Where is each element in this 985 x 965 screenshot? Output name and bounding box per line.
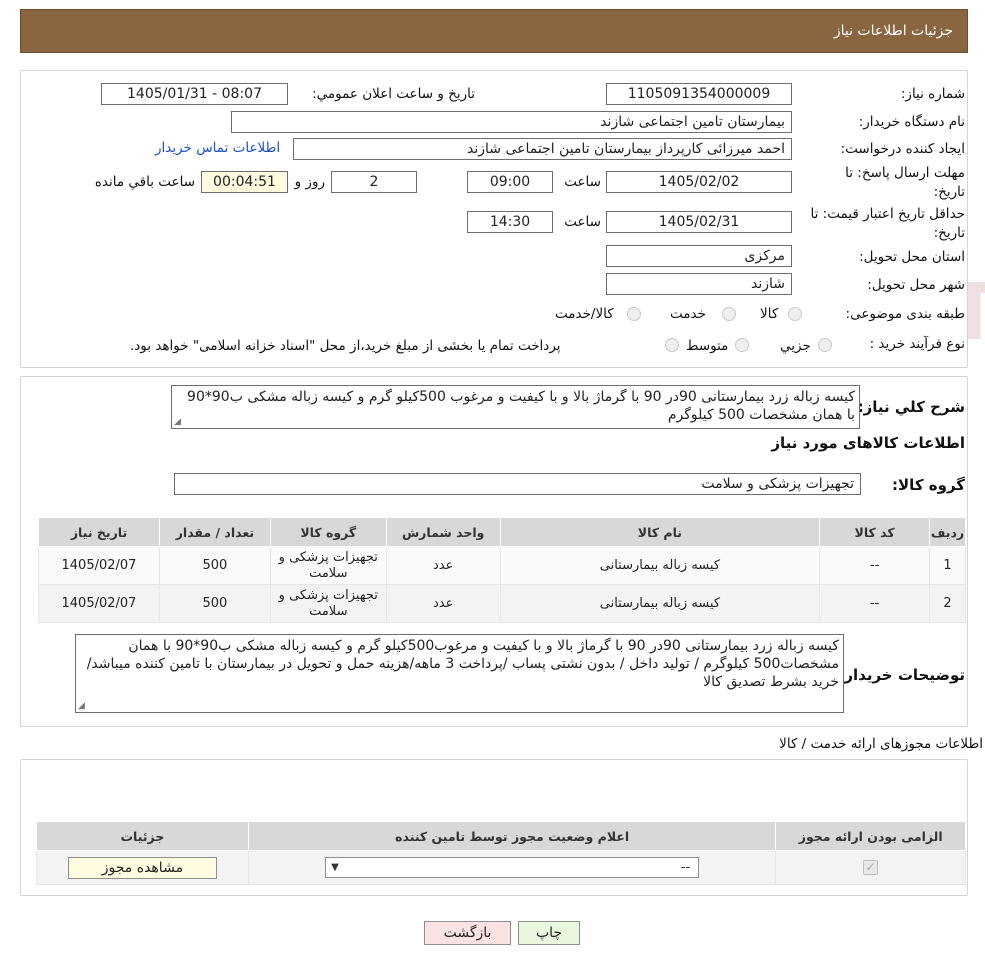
page-header: جزئیات اطلاعات نیاز — [20, 9, 968, 53]
col-row: ردیف — [929, 517, 966, 547]
cell-permit-details: مشاهده مجوز — [36, 850, 249, 885]
cell-permit-status: -- ▼ — [247, 850, 777, 885]
permit-required-checkbox[interactable]: ✓ — [863, 859, 879, 875]
category-option-goods: کالا — [760, 306, 779, 322]
purchase-radio-medium[interactable] — [735, 338, 749, 352]
page-title: جزئیات اطلاعات نیاز — [833, 23, 953, 39]
deadline-date-field: 1405/02/02 — [606, 171, 792, 193]
description-textarea[interactable]: کیسه زباله زرد بیمارستانی 90در 90 با گرم… — [171, 385, 860, 429]
col-date: تاریخ نیاز — [38, 517, 160, 547]
col-unit: واحد شمارش — [385, 517, 501, 547]
announce-field: 1405/01/31 - 08:07 — [101, 83, 288, 105]
announce-label: تاریخ و ساعت اعلان عمومي: — [312, 86, 475, 102]
buyer-org-field: بیمارستان تامین اجتماعی شازند — [231, 111, 792, 133]
col-group: گروه کالا — [269, 517, 387, 547]
goods-group-field: تجهیزات پزشکی و سلامت — [174, 473, 861, 495]
buyer-notes-textarea[interactable]: کیسه زباله زرد بیمارستانی 90در 90 با گرم… — [75, 634, 844, 713]
print-button[interactable]: چاپ — [518, 921, 580, 945]
requester-label: ایجاد کننده درخواست: — [840, 141, 965, 157]
col-permit-details: جزئیات — [36, 821, 249, 851]
category-option-service: خدمت — [670, 306, 706, 322]
col-permit-required: الزامی بودن ارائه مجوز — [775, 821, 966, 851]
goods-section-title: اطلاعات کالاهای مورد نیاز — [771, 434, 965, 452]
col-code: کد کالا — [819, 517, 931, 547]
table-row: 1 -- کیسه زباله بیمارستانی عدد تجهیزات پ… — [38, 546, 966, 585]
permit-status-value: -- — [680, 860, 691, 875]
cell-date: 1405/02/07 — [38, 584, 160, 623]
purchase-radio-minor[interactable] — [818, 338, 832, 352]
need-number-field: 1105091354000009 — [606, 83, 792, 105]
province-field: مرکزی — [606, 245, 792, 267]
deadline-time-field: 09:00 — [467, 171, 553, 193]
goods-table: ردیف کد کالا نام کالا واحد شمارش گروه کا… — [38, 517, 966, 623]
buyer-contact-link[interactable]: اطلاعات تماس خریدار — [155, 140, 280, 156]
table-row: ✓ -- ▼ مشاهده مجوز — [36, 850, 966, 885]
cell-qty: 500 — [158, 546, 271, 585]
days-label: روز و — [294, 174, 325, 190]
purchase-option-medium: متوسط — [686, 338, 729, 354]
validity-label: حداقل تاریخ اعتبار قیمت: تا — [810, 206, 965, 222]
validity-time-label: ساعت — [564, 214, 601, 230]
purchase-treasury-checkbox[interactable] — [665, 338, 679, 352]
cell-group: تجهیزات پزشکی و سلامت — [269, 584, 387, 623]
description-text: کیسه زباله زرد بیمارستانی 90در 90 با گرم… — [187, 389, 855, 423]
col-permit-status: اعلام وضعیت مجوز توسط تامین کننده — [247, 821, 777, 851]
permits-section-title: اطلاعات مجوزهای ارائه خدمت / کالا — [779, 736, 983, 752]
goods-table-header: ردیف کد کالا نام کالا واحد شمارش گروه کا… — [38, 517, 966, 547]
cell-code: -- — [819, 546, 931, 585]
category-label: طبقه بندی موضوعی: — [845, 306, 965, 322]
permits-table-header: الزامی بودن ارائه مجوز اعلام وضعیت مجوز … — [36, 821, 966, 851]
view-permit-button[interactable]: مشاهده مجوز — [67, 856, 217, 879]
cell-date: 1405/02/07 — [38, 546, 160, 585]
buyer-org-label: نام دستگاه خریدار: — [858, 114, 965, 130]
resize-grip-icon[interactable]: ◢ — [78, 702, 85, 711]
validity-date-field: 1405/02/31 — [606, 211, 792, 233]
need-number-label: شماره نیاز: — [900, 86, 965, 102]
cell-permit-required: ✓ — [775, 850, 966, 885]
remaining-time-field: 00:04:51 — [201, 171, 288, 193]
permit-status-select[interactable]: -- ▼ — [325, 857, 700, 878]
deadline-label: مهلت ارسال پاسخ: تا — [845, 165, 965, 181]
cell-code: -- — [819, 584, 931, 623]
requester-field: احمد میرزائی کارپرداز بیمارستان تامین اج… — [293, 138, 792, 160]
city-field: شازند — [606, 273, 792, 295]
cell-qty: 500 — [158, 584, 271, 623]
purchase-option-minor: جزیي — [780, 338, 811, 354]
city-label: شهر محل تحویل: — [867, 277, 965, 293]
category-radio-goods[interactable] — [788, 307, 802, 321]
chevron-down-icon: ▼ — [331, 862, 339, 873]
cell-name: کیسه زباله بیمارستانی — [499, 546, 821, 585]
goods-group-label: گروه کالا: — [892, 476, 965, 494]
cell-row: 2 — [929, 584, 966, 623]
buyer-notes-label: توضیحات خریدار: — [838, 666, 965, 684]
province-label: استان محل تحویل: — [859, 249, 965, 265]
cell-group: تجهیزات پزشکی و سلامت — [269, 546, 387, 585]
col-qty: تعداد / مقدار — [158, 517, 271, 547]
purchase-type-label: نوع فرآیند خرید : — [869, 336, 965, 352]
buyer-notes-text: کیسه زباله زرد بیمارستانی 90در 90 با گرم… — [86, 638, 839, 690]
cell-name: کیسه زباله بیمارستانی — [499, 584, 821, 623]
back-button[interactable]: بازگشت — [424, 921, 511, 945]
validity-time-field: 14:30 — [467, 211, 553, 233]
remaining-time-label: ساعت باقي مانده — [94, 174, 195, 190]
col-name: نام کالا — [499, 517, 821, 547]
table-row: 2 -- کیسه زباله بیمارستانی عدد تجهیزات پ… — [38, 584, 966, 623]
deadline-time-label: ساعت — [564, 174, 601, 190]
cell-unit: عدد — [385, 584, 501, 623]
deadline-label-date: تاریخ: — [933, 184, 965, 200]
permits-table: الزامی بودن ارائه مجوز اعلام وضعیت مجوز … — [36, 821, 966, 885]
category-radio-service[interactable] — [722, 307, 736, 321]
purchase-note: پرداخت تمام یا بخشی از مبلغ خرید،از محل … — [130, 338, 561, 354]
description-label: شرح کلي نیاز: — [857, 398, 965, 416]
validity-label-date: تاریخ: — [933, 225, 965, 241]
cell-unit: عدد — [385, 546, 501, 585]
cell-row: 1 — [929, 546, 966, 585]
resize-grip-icon[interactable]: ◢ — [174, 418, 181, 427]
days-remaining-field: 2 — [331, 171, 417, 193]
category-option-goods-service: کالا/خدمت — [555, 306, 614, 322]
category-radio-goods-service[interactable] — [627, 307, 641, 321]
